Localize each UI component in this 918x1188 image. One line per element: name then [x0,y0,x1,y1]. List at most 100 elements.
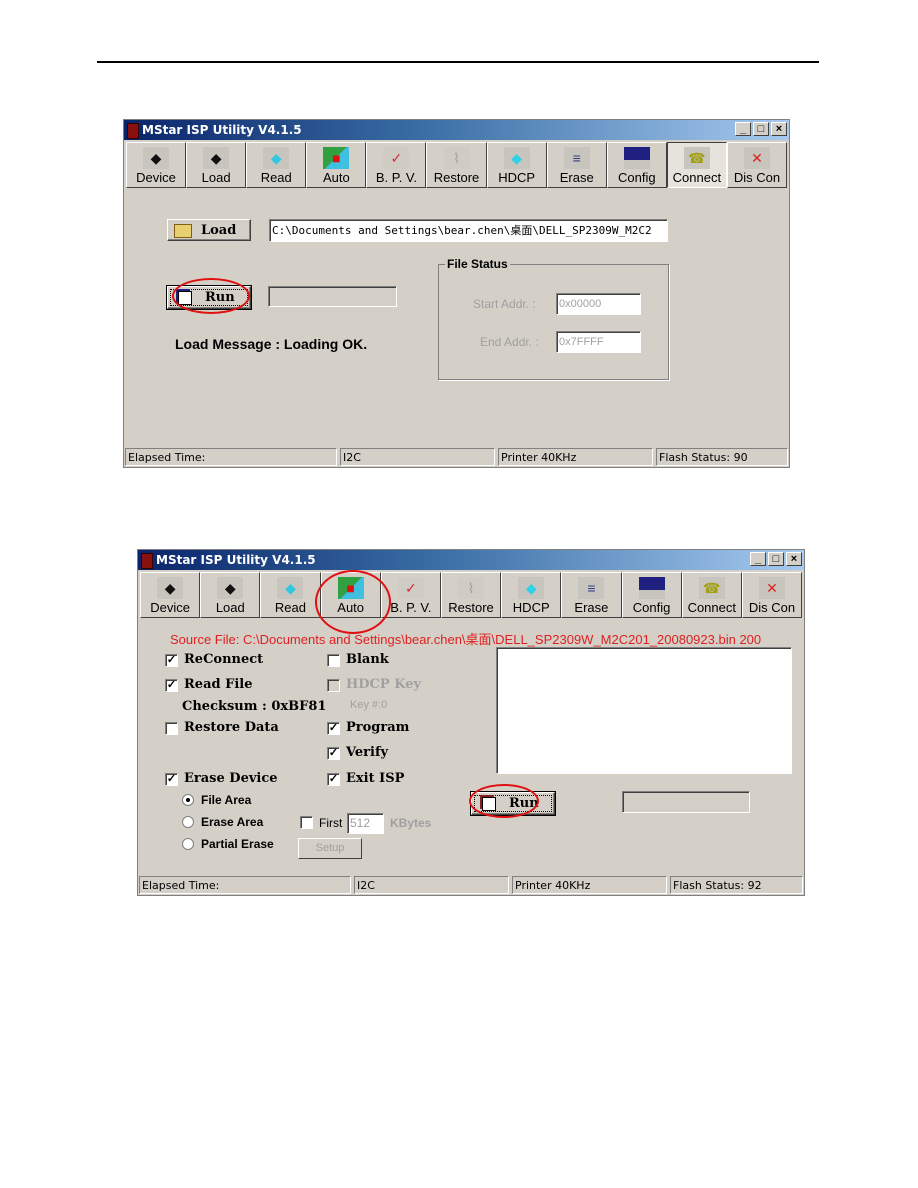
erase-area-radio[interactable] [182,816,194,828]
checksum-value: Checksum : 0xBF81 [182,699,327,714]
end-addr-label: End Addr. : [480,335,539,349]
hdcp-key-label: HDCP Key [346,677,422,692]
erase-device-checkbox[interactable]: ✓ [165,773,178,786]
close-button[interactable]: × [771,122,787,136]
file-area-radio[interactable] [182,794,194,806]
toolbar-label: Restore [448,600,494,615]
end-addr-field[interactable]: 0x7FFFF [556,331,641,353]
verify-label: Verify [346,745,389,760]
toolbar-label: B. P. V. [390,600,432,615]
toolbar-label: Auto [337,600,365,615]
folder-open-icon [174,224,192,238]
program-checkbox[interactable]: ✓ [327,722,340,735]
hdcp-icon: ◆ [503,147,530,169]
auto-icon: ■ [337,577,364,599]
partial-erase-label: Partial Erase [201,837,274,851]
first-label: First [319,816,343,830]
log-output-area[interactable] [496,647,792,774]
toolbar: ◆ Device ◆ Load ◆ Read ■ Auto ✓ B. P. V. ⌇ Restore ◆… [140,572,803,618]
blank-checkbox[interactable] [327,654,340,667]
verify-checkbox[interactable]: ✓ [327,747,340,760]
toolbar-button-device[interactable]: ◆ Device [140,572,201,618]
toolbar-button-erase[interactable]: ≡ Erase [546,142,607,188]
config-icon [623,147,650,169]
toolbar-button-hdcp[interactable]: ◆ HDCP [501,572,562,618]
hdcp-icon: ◆ [518,577,545,599]
check-icon: ✓ [383,147,410,169]
toolbar-button-read[interactable]: ◆ Read [260,572,321,618]
progress-field [268,286,397,307]
toolbar-label: Config [632,600,671,615]
setup-button[interactable]: Setup [298,838,362,859]
toolbar-button-dis-con[interactable]: ✕ Dis Con [741,572,803,618]
window-title: MStar ISP Utility V4.1.5 [156,553,316,567]
toolbar-button-restore[interactable]: ⌇ Restore [440,572,502,618]
isp-window-auto: MStar ISP Utility V4.1.5 _ □ × ◆ Device ◆ L… [137,549,805,896]
run-button[interactable]: Run [470,791,556,816]
read-file-label: Read File [184,677,253,692]
toolbar-button-connect[interactable]: ☎ Connect [666,142,727,188]
source-file-label: Source File: C:\Documents and Settings\b… [170,632,762,647]
partial-erase-radio[interactable] [182,838,194,850]
elapsed-time: Elapsed Time: [139,876,351,894]
toolbar-button-read[interactable]: ◆ Read [246,142,307,188]
toolbar-label: Dis Con [733,170,781,185]
toolbar-label: Connect [672,170,722,185]
toolbar-button-dis-con[interactable]: ✕ Dis Con [726,142,788,188]
file-path-field[interactable]: C:\Documents and Settings\bear.chen\桌面\D… [269,219,668,242]
start-addr-field[interactable]: 0x00000 [556,293,641,315]
title-bar[interactable]: MStar ISP Utility V4.1.5 _ □ × [138,550,804,570]
load-button[interactable]: Load [167,219,251,241]
toolbar-button-connect[interactable]: ☎ Connect [681,572,742,618]
window-title: MStar ISP Utility V4.1.5 [142,123,302,137]
file-area-label: File Area [201,793,252,807]
first-kbytes-field[interactable]: 512 [347,813,384,834]
minimize-button[interactable]: _ [750,552,766,566]
hdcp-key-checkbox[interactable] [327,679,340,692]
toolbar-button-b-p-v[interactable]: ✓ B. P. V. [380,572,441,618]
progress-field [622,791,750,813]
toolbar-button-load[interactable]: ◆ Load [200,572,261,618]
maximize-button[interactable]: □ [768,552,784,566]
toolbar: ◆ Device ◆ Load ◆ Read ■ Auto ✓ B. P. V. ⌇ Restore ◆… [126,142,788,188]
reconnect-label: ReConnect [184,652,264,667]
maximize-button[interactable]: □ [753,122,769,136]
chip-icon: ◆ [157,577,184,599]
toolbar-label: Connect [687,600,736,615]
chip-load-icon: ◆ [203,147,230,169]
toolbar-button-hdcp[interactable]: ◆ HDCP [486,142,547,188]
reconnect-checkbox[interactable]: ✓ [165,654,178,667]
first-checkbox[interactable] [300,816,313,829]
toolbar-button-device[interactable]: ◆ Device [126,142,187,188]
toolbar-label: Device [136,170,176,185]
telephone-icon: ☎ [698,577,725,599]
toolbar-button-erase[interactable]: ≡ Erase [561,572,622,618]
auto-icon: ■ [323,147,350,169]
toolbar-button-config[interactable]: Config [621,572,682,618]
toolbar-label: Read [260,170,292,185]
title-bar[interactable]: MStar ISP Utility V4.1.5 _ □ × [124,120,789,140]
disconnect-icon: ✕ [758,577,785,599]
run-button[interactable]: Run [166,285,252,310]
app-icon [127,123,139,139]
toolbar-label: Read [274,600,306,615]
toolbar-button-config[interactable]: Config [606,142,667,188]
isp-window-load: MStar ISP Utility V4.1.5 _ □ × ◆ Device ◆ L… [123,119,790,468]
toolbar-label: Erase [559,170,594,185]
toolbar-button-b-p-v[interactable]: ✓ B. P. V. [366,142,427,188]
toolbar-label: Load [215,600,245,615]
chip-load-icon: ◆ [217,577,244,599]
toolbar-button-auto[interactable]: ■ Auto [306,142,367,188]
close-button[interactable]: × [786,552,802,566]
toolbar-button-restore[interactable]: ⌇ Restore [426,142,487,188]
elapsed-time: Elapsed Time: [125,448,337,466]
restore-data-checkbox[interactable] [165,722,178,735]
chip-icon: ◆ [143,147,170,169]
toolbar-button-auto[interactable]: ■ Auto [320,572,381,618]
exit-isp-checkbox[interactable]: ✓ [327,773,340,786]
minimize-button[interactable]: _ [735,122,751,136]
kbytes-unit: KBytes [390,816,432,830]
read-file-checkbox[interactable]: ✓ [165,679,178,692]
toolbar-button-load[interactable]: ◆ Load [186,142,247,188]
toolbar-label: Config [618,170,656,185]
